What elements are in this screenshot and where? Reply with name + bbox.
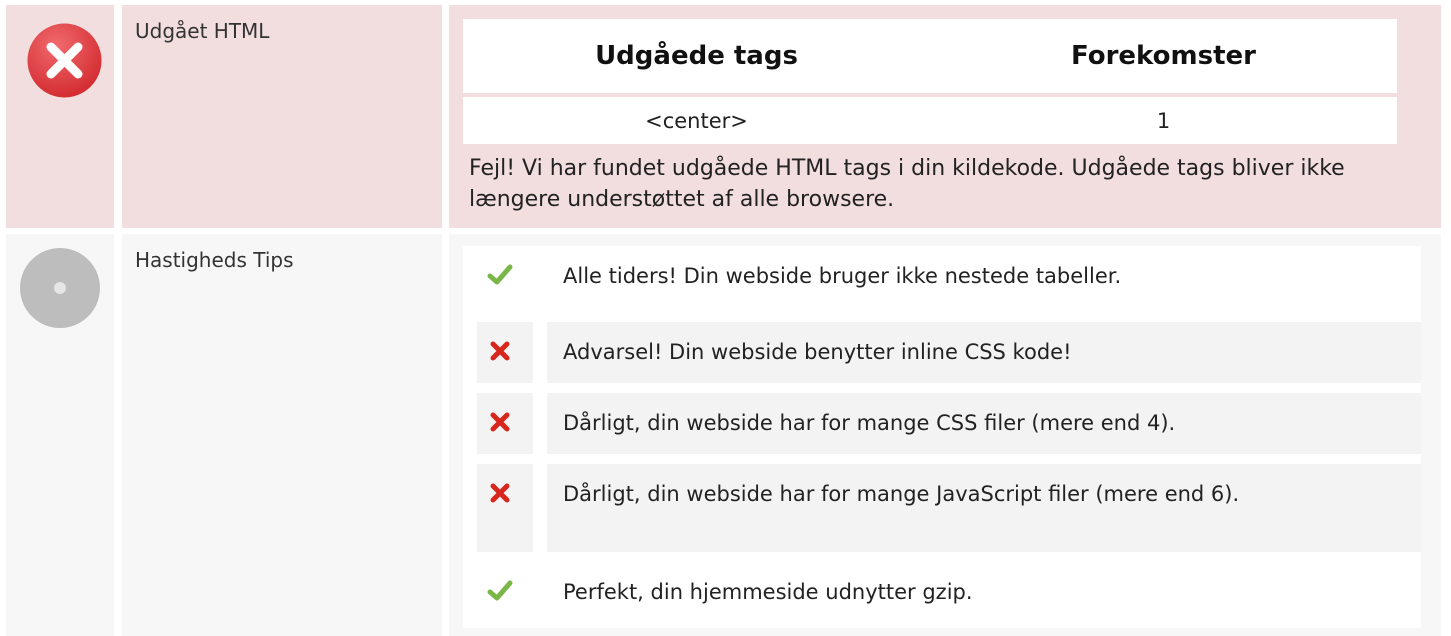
check-icon bbox=[487, 264, 513, 285]
error-x-icon bbox=[27, 23, 102, 98]
error-message: Fejl! Vi har fundet udgåede HTML tags i … bbox=[469, 156, 1345, 212]
label-cell: Udgået HTML bbox=[122, 5, 442, 228]
table-header: Udgåede tags Forekomster bbox=[463, 19, 1397, 93]
speed-tips-section: Hastigheds Tips Alle tiders! Din webside… bbox=[0, 234, 1451, 636]
column-header: Udgåede tags bbox=[595, 41, 798, 71]
status-cell bbox=[6, 5, 114, 228]
table-cell-tag: <center> bbox=[645, 108, 748, 133]
list-item: Alle tiders! Din webside bruger ikke nes… bbox=[477, 246, 1421, 312]
tip-text: Dårligt, din webside har for mange CSS f… bbox=[547, 393, 1421, 454]
tip-icon-cell bbox=[477, 393, 533, 454]
tip-text: Perfekt, din hjemmeside udnytter gzip. bbox=[563, 580, 973, 604]
neutral-circle-icon bbox=[20, 248, 100, 328]
table-cell-count: 1 bbox=[1156, 108, 1171, 133]
column-header: Forekomster bbox=[1071, 41, 1256, 71]
cross-icon bbox=[490, 412, 510, 432]
list-item: Advarsel! Din webside benytter inline CS… bbox=[477, 322, 1421, 383]
content-cell: Udgåede tags Forekomster <center> 1 Fejl… bbox=[449, 5, 1441, 228]
check-icon bbox=[487, 580, 513, 601]
list-item: Dårligt, din webside har for mange JavaS… bbox=[477, 464, 1421, 552]
deprecated-html-section: Udgået HTML Udgåede tags Forekomster <ce… bbox=[0, 5, 1451, 228]
table-row: <center> 1 bbox=[463, 97, 1397, 144]
deprecated-tags-table: Udgåede tags Forekomster <center> 1 bbox=[463, 19, 1397, 144]
label-cell: Hastigheds Tips bbox=[122, 234, 442, 636]
tip-icon-cell bbox=[477, 246, 533, 312]
section-label: Udgået HTML bbox=[135, 19, 270, 43]
tip-icon-cell bbox=[477, 464, 533, 552]
tips-list: Alle tiders! Din webside bruger ikke nes… bbox=[463, 246, 1421, 628]
section-label: Hastigheds Tips bbox=[135, 248, 294, 272]
list-item: Perfekt, din hjemmeside udnytter gzip. bbox=[477, 562, 1421, 628]
tip-icon-cell bbox=[477, 562, 533, 628]
tip-text: Advarsel! Din webside benytter inline CS… bbox=[547, 322, 1421, 383]
tip-icon-cell bbox=[477, 322, 533, 383]
tip-text: Dårligt, din webside har for mange JavaS… bbox=[547, 464, 1421, 552]
cross-icon bbox=[490, 341, 510, 361]
content-cell: Alle tiders! Din webside bruger ikke nes… bbox=[449, 234, 1441, 636]
list-item: Dårligt, din webside har for mange CSS f… bbox=[477, 393, 1421, 454]
cross-icon bbox=[490, 483, 510, 503]
status-cell bbox=[6, 234, 114, 636]
tip-text: Alle tiders! Din webside bruger ikke nes… bbox=[563, 264, 1122, 288]
